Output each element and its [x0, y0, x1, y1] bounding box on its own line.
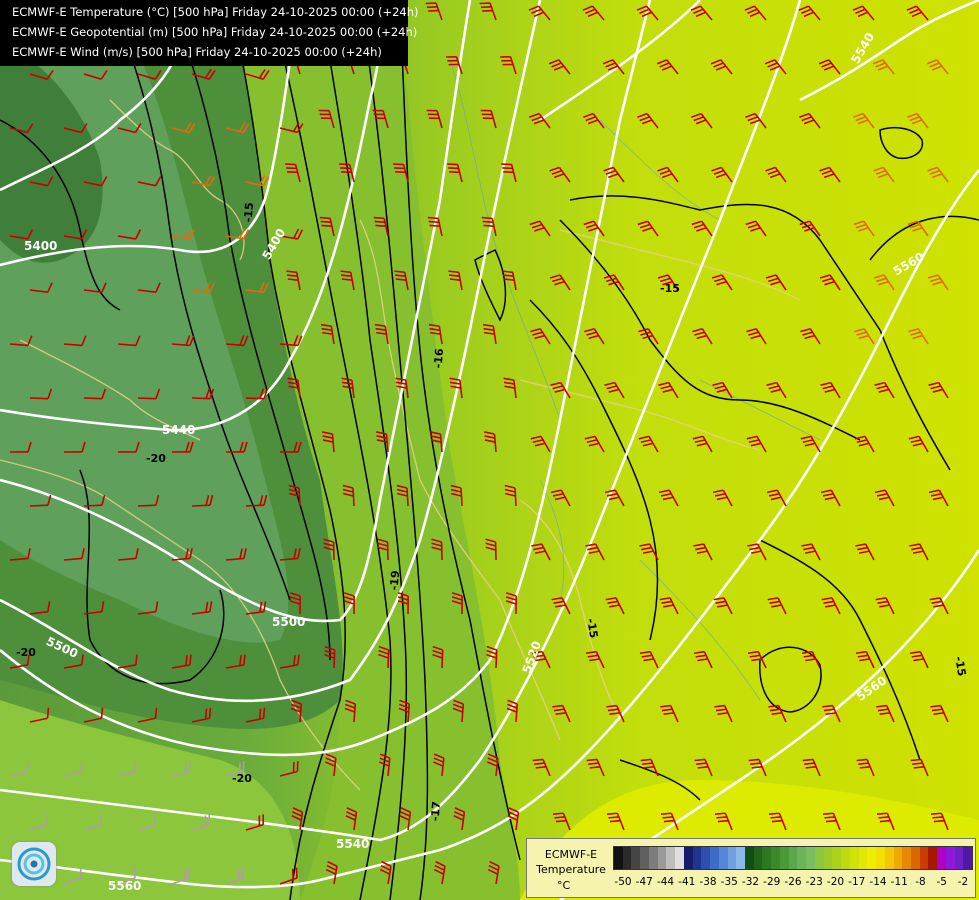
temp-label: -17	[428, 801, 443, 822]
temp-label: -20	[146, 452, 166, 465]
legend-swatch	[902, 847, 911, 869]
geo-label: 5400	[24, 239, 57, 253]
legend-model: ECMWF-E	[544, 848, 598, 861]
temp-label: -20	[16, 646, 36, 659]
legend-swatch	[928, 847, 938, 869]
legend-swatch	[797, 847, 807, 869]
geo-label: 5440	[162, 423, 195, 437]
legend-swatch	[666, 847, 676, 869]
legend-swatch	[884, 847, 894, 869]
legend-swatch	[919, 847, 929, 869]
legend-tick-label: -50	[614, 876, 632, 888]
legend-swatch	[832, 847, 842, 869]
legend-swatch	[631, 847, 641, 869]
legend-tick-label: -5	[936, 876, 947, 888]
legend-tick-label: -26	[784, 876, 802, 888]
legend-swatch	[657, 847, 667, 869]
legend-swatch	[963, 847, 973, 869]
geo-label: 5540	[336, 837, 369, 851]
legend-swatch	[683, 847, 693, 869]
legend-color-bar	[613, 846, 973, 870]
title-temperature: ECMWF-E Temperature (°C) [500 hPa] Frida…	[12, 5, 419, 19]
legend-variable: Temperature	[536, 863, 606, 876]
legend-tick-label: -2	[957, 876, 969, 888]
legend-swatch	[937, 847, 946, 869]
legend-tick-label: -8	[915, 876, 926, 888]
legend-swatch	[727, 847, 737, 869]
legend-tick-labels: -50 -47 -44 -41 -38 -35 -32 -29 -26 -23 -20 -17 -14-…	[613, 876, 973, 890]
legend-tick-label: -11	[890, 876, 908, 888]
legend-swatch	[614, 847, 623, 869]
legend-swatch	[867, 847, 877, 869]
legend-swatch	[753, 847, 763, 869]
legend-swatch	[779, 847, 789, 869]
legend-swatch	[622, 847, 632, 869]
map-title-box: ECMWF-E Temperature (°C) [500 hPa] Frida…	[0, 0, 419, 66]
legend-swatch	[858, 847, 868, 869]
legend-swatch	[771, 847, 780, 869]
legend-swatch	[954, 847, 964, 869]
legend-tick-label: -38	[699, 876, 717, 888]
legend-swatch	[762, 847, 772, 869]
temp-label: -19	[387, 570, 402, 591]
legend-tick-label: -20	[826, 876, 845, 888]
weather-map[interactable]: 5400 5400 5440 5500 5500 5520 5540 5540 …	[0, 0, 979, 900]
legend-tick-label: -35	[720, 876, 738, 888]
legend-tick-label: -41	[678, 876, 696, 888]
legend-swatch	[640, 847, 649, 869]
legend-tick-label: -32	[741, 876, 760, 888]
temp-label: -20	[232, 772, 252, 785]
temp-label: -15	[241, 202, 256, 223]
legend-swatch	[849, 847, 859, 869]
title-wind: ECMWF-E Wind (m/s) [500 hPa] Friday 24-1…	[12, 45, 382, 59]
legend-swatch	[710, 847, 719, 869]
legend-swatch	[718, 847, 728, 869]
legend-swatch	[692, 847, 702, 869]
legend-tick-label: -23	[805, 876, 823, 888]
legend-tick-label: -17	[848, 876, 866, 888]
legend-unit: °C	[557, 879, 571, 892]
legend-swatch	[788, 847, 798, 869]
temp-label: -16	[431, 347, 446, 368]
legend-tick-label: -14	[869, 876, 887, 888]
temperature-legend: ECMWF-E Temperature °C -50 -47 -44 -41 -38 -3…	[526, 838, 976, 898]
legend-swatch	[893, 847, 903, 869]
geo-label: 5560	[108, 879, 141, 893]
legend-tick-label: -47	[635, 876, 653, 888]
title-geopotential: ECMWF-E Geopotential (m) [500 hPa] Frida…	[12, 25, 418, 39]
legend-swatch	[823, 847, 833, 869]
legend-tick-label: -44	[656, 876, 675, 888]
ecmwf-logo-icon[interactable]	[12, 842, 56, 886]
legend-swatch	[806, 847, 815, 869]
legend-swatch	[675, 847, 684, 869]
legend-swatch	[910, 847, 920, 869]
legend-swatch	[814, 847, 824, 869]
legend-tick-label: -29	[763, 876, 781, 888]
legend-swatch	[745, 847, 754, 869]
geo-label: 5500	[272, 615, 305, 629]
legend-swatch	[736, 847, 746, 869]
temp-label: -15	[660, 282, 680, 295]
legend-swatch	[648, 847, 658, 869]
legend-swatch	[841, 847, 850, 869]
legend-swatch	[701, 847, 711, 869]
legend-swatch	[876, 847, 885, 869]
legend-swatch	[945, 847, 955, 869]
